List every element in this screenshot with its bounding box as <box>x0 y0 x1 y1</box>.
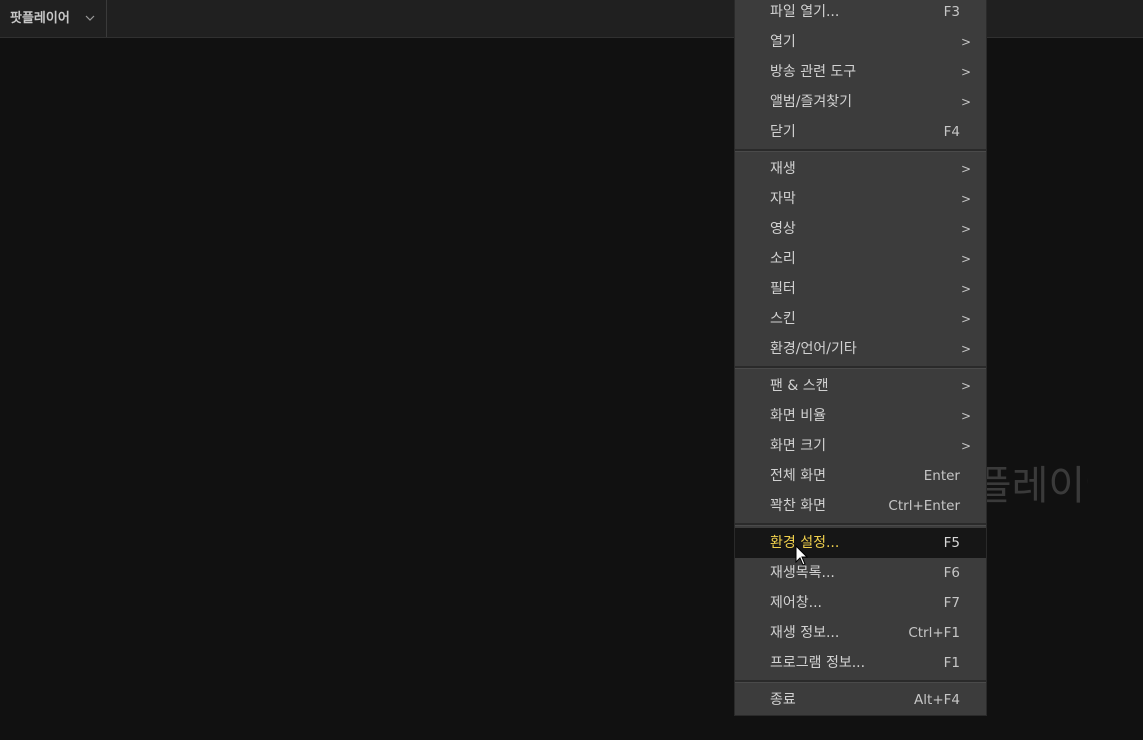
menu-item-label: 종료 <box>770 692 796 708</box>
chevron-right-icon: > <box>960 409 971 423</box>
menu-item[interactable]: 파일 열기... F3 <box>735 0 986 27</box>
menu-item-label: 팬 & 스캔 <box>770 378 829 394</box>
menu-separator <box>735 366 986 369</box>
menu-item-label: 방송 관련 도구 <box>770 64 857 80</box>
chevron-right-icon: > <box>960 222 971 236</box>
menu-item-shortcut: F3 <box>943 4 960 20</box>
chevron-right-icon: > <box>960 65 971 79</box>
menu-item-label: 재생 <box>770 161 796 177</box>
menu-item-label: 스킨 <box>770 311 796 327</box>
menu-item[interactable]: 재생목록... F6 <box>735 558 986 588</box>
menu-item[interactable]: 전체 화면 Enter <box>735 461 986 491</box>
menu-item-label: 전체 화면 <box>770 468 826 484</box>
menu-separator <box>735 523 986 526</box>
menu-item-label: 소리 <box>770 251 796 267</box>
menu-item-label: 파일 열기... <box>770 4 840 20</box>
chevron-right-icon: > <box>960 342 971 356</box>
menu-item[interactable]: 화면 비율 > <box>735 401 986 431</box>
menu-item-shortcut: F7 <box>943 595 960 611</box>
menu-item-shortcut: F6 <box>943 565 960 581</box>
mouse-cursor-icon <box>795 545 809 566</box>
watermark-logo-text: 팟플레이어 <box>978 463 1088 509</box>
menu-item-label: 닫기 <box>770 124 796 140</box>
chevron-down-icon <box>85 15 95 21</box>
menu-item[interactable]: 재생 > <box>735 154 986 184</box>
menu-item[interactable]: 소리 > <box>735 244 986 274</box>
menu-item[interactable]: 닫기 F4 <box>735 117 986 147</box>
menu-item-shortcut: F4 <box>943 124 960 140</box>
chevron-right-icon: > <box>960 162 971 176</box>
menu-item[interactable]: 열기 > <box>735 27 986 57</box>
menu-item-label: 재생 정보... <box>770 625 840 641</box>
menu-item-label: 환경/언어/기타 <box>770 341 857 357</box>
menu-item[interactable]: 제어창... F7 <box>735 588 986 618</box>
context-menu: 파일 열기... F3 열기 > 방송 관련 도구 > 앨범/즐겨찾기 > 닫기 F4 재생 > 자막 >… <box>734 0 987 716</box>
menu-item-label: 꽉찬 화면 <box>770 498 826 514</box>
menu-item-label: 필터 <box>770 281 796 297</box>
menu-item[interactable]: 프로그램 정보... F1 <box>735 648 986 678</box>
menu-item[interactable]: 팬 & 스캔 > <box>735 371 986 401</box>
menu-item-shortcut: F1 <box>943 655 960 671</box>
menu-item-shortcut: Ctrl+F1 <box>908 625 960 641</box>
menu-item-label: 열기 <box>770 34 796 50</box>
menu-item-label: 영상 <box>770 221 796 237</box>
chevron-right-icon: > <box>960 282 971 296</box>
chevron-right-icon: > <box>960 312 971 326</box>
menu-item[interactable]: 방송 관련 도구 > <box>735 57 986 87</box>
menu-item-label: 자막 <box>770 191 796 207</box>
menu-item-shortcut: F5 <box>943 535 960 551</box>
menu-item-label: 앨범/즐겨찾기 <box>770 94 852 110</box>
chevron-right-icon: > <box>960 95 971 109</box>
menu-item[interactable]: 화면 크기 > <box>735 431 986 461</box>
menu-item-shortcut: Enter <box>923 468 960 484</box>
menu-item-label: 프로그램 정보... <box>770 655 866 671</box>
chevron-right-icon: > <box>960 35 971 49</box>
menu-item-label: 제어창... <box>770 595 822 611</box>
menu-item[interactable]: 자막 > <box>735 184 986 214</box>
menu-separator <box>735 680 986 683</box>
menu-item-shortcut: Alt+F4 <box>914 692 960 708</box>
chevron-right-icon: > <box>960 252 971 266</box>
menu-item-label: 화면 크기 <box>770 438 826 454</box>
menu-item[interactable]: 재생 정보... Ctrl+F1 <box>735 618 986 648</box>
menu-separator <box>735 149 986 152</box>
menu-item[interactable]: 환경/언어/기타 > <box>735 334 986 364</box>
chevron-right-icon: > <box>960 192 971 206</box>
menu-item[interactable]: 종료 Alt+F4 <box>735 685 986 715</box>
chevron-right-icon: > <box>960 439 971 453</box>
menu-item-label: 화면 비율 <box>770 408 826 424</box>
app-menu-label: 팟플레이어 <box>10 11 70 26</box>
menu-item[interactable]: 꽉찬 화면 Ctrl+Enter <box>735 491 986 521</box>
app-menu-button[interactable]: 팟플레이어 <box>0 0 107 37</box>
menu-item-shortcut: Ctrl+Enter <box>888 498 960 514</box>
menu-item[interactable]: 앨범/즐겨찾기 > <box>735 87 986 117</box>
menu-item[interactable]: 스킨 > <box>735 304 986 334</box>
menu-item[interactable]: 영상 > <box>735 214 986 244</box>
chevron-right-icon: > <box>960 379 971 393</box>
menu-item[interactable]: 환경 설정... F5 <box>735 528 986 558</box>
menu-item[interactable]: 필터 > <box>735 274 986 304</box>
